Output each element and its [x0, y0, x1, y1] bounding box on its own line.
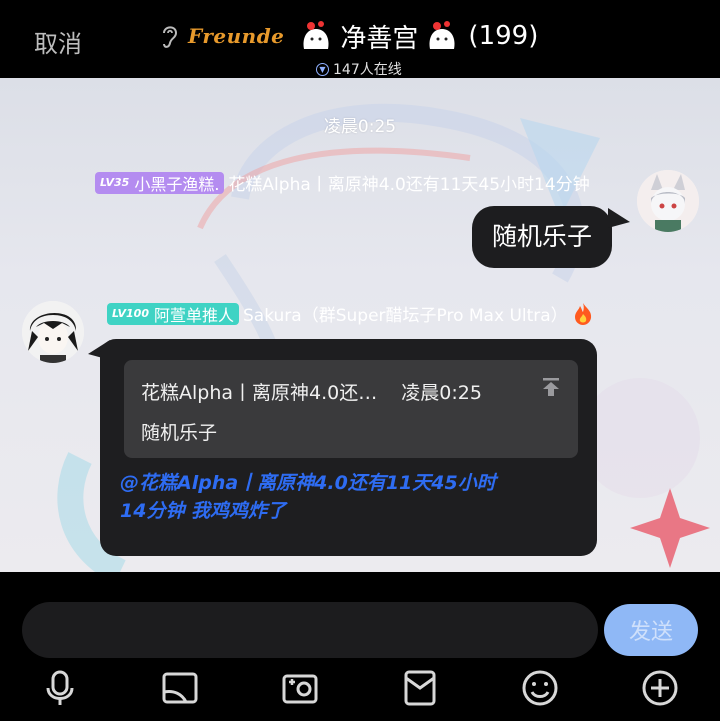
- message-timestamp: 凌晨0:25: [323, 117, 397, 137]
- reply-message-bubble[interactable]: 花糕Alpha丨离原神4.0还… 凌晨0:25 随机乐子 @花糕Alpha丨离原…: [100, 339, 597, 556]
- avatar[interactable]: [637, 170, 699, 232]
- mascot-icon: [303, 21, 329, 49]
- microphone-icon[interactable]: [40, 668, 80, 708]
- quoted-time: 凌晨0:25: [401, 382, 482, 404]
- message-input[interactable]: [22, 602, 598, 658]
- group-name: 净善宫: [340, 23, 419, 54]
- avatar-image: [22, 301, 84, 363]
- quoted-message[interactable]: 花糕Alpha丨离原神4.0还… 凌晨0:25 随机乐子: [124, 360, 578, 458]
- member-count: (199): [468, 21, 539, 51]
- emoji-icon[interactable]: [520, 668, 560, 708]
- plus-icon[interactable]: [640, 668, 680, 708]
- input-toolbar: [0, 668, 720, 708]
- member-level-badge[interactable]: LV35 小黑子渔糕.: [95, 171, 225, 194]
- avatar[interactable]: [22, 301, 84, 363]
- jump-to-top-icon[interactable]: [540, 376, 562, 398]
- online-status[interactable]: ▼ 147人在线: [316, 59, 402, 79]
- online-count: 147人在线: [333, 62, 402, 78]
- bubble-tail: [608, 208, 630, 228]
- ear-icon[interactable]: [158, 21, 180, 51]
- quoted-sender: 花糕Alpha丨离原神4.0还…: [141, 382, 378, 404]
- camera-icon[interactable]: [280, 668, 320, 708]
- mascot-icon: [429, 21, 455, 49]
- chat-header: 取消 Freunde 净善宫 (199) ▼ 147人在线: [0, 0, 720, 78]
- mention-text[interactable]: @花糕Alpha丨离原神4.0还有11天45小时14分钟 我鸡鸡炸了: [120, 469, 500, 525]
- message-sender-line: LV100 阿萱单推人 Sakura（群Super醋坛子Pro Max Ultr…: [107, 301, 594, 326]
- chat-area[interactable]: 凌晨0:25 LV35 小黑子渔糕. 花糕Alpha丨离原神4.0还有11天45…: [0, 78, 720, 572]
- group-title[interactable]: Freunde 净善宫 (199): [158, 14, 538, 58]
- sender-name[interactable]: Sakura（群Super醋坛子Pro Max Ultra）: [243, 301, 568, 326]
- quoted-text: 随机乐子: [141, 422, 218, 444]
- avatar-image: [637, 170, 699, 232]
- brand-logo: Freunde: [188, 24, 285, 48]
- red-packet-icon[interactable]: [400, 668, 440, 708]
- member-level-badge[interactable]: LV100 阿萱单推人: [107, 302, 239, 325]
- cancel-button[interactable]: 取消: [34, 24, 82, 59]
- send-button[interactable]: 发送: [604, 604, 698, 656]
- message-sender-line: LV35 小黑子渔糕. 花糕Alpha丨离原神4.0还有11天45小时14分钟: [95, 170, 590, 195]
- fire-icon: [574, 302, 591, 325]
- message-bubble[interactable]: 随机乐子: [472, 206, 613, 268]
- image-icon[interactable]: [160, 668, 200, 708]
- input-bar: 发送: [0, 572, 720, 721]
- sender-name[interactable]: 花糕Alpha丨离原神4.0还有11天45小时14分钟: [228, 170, 589, 195]
- chevron-down-icon: ▼: [316, 62, 329, 76]
